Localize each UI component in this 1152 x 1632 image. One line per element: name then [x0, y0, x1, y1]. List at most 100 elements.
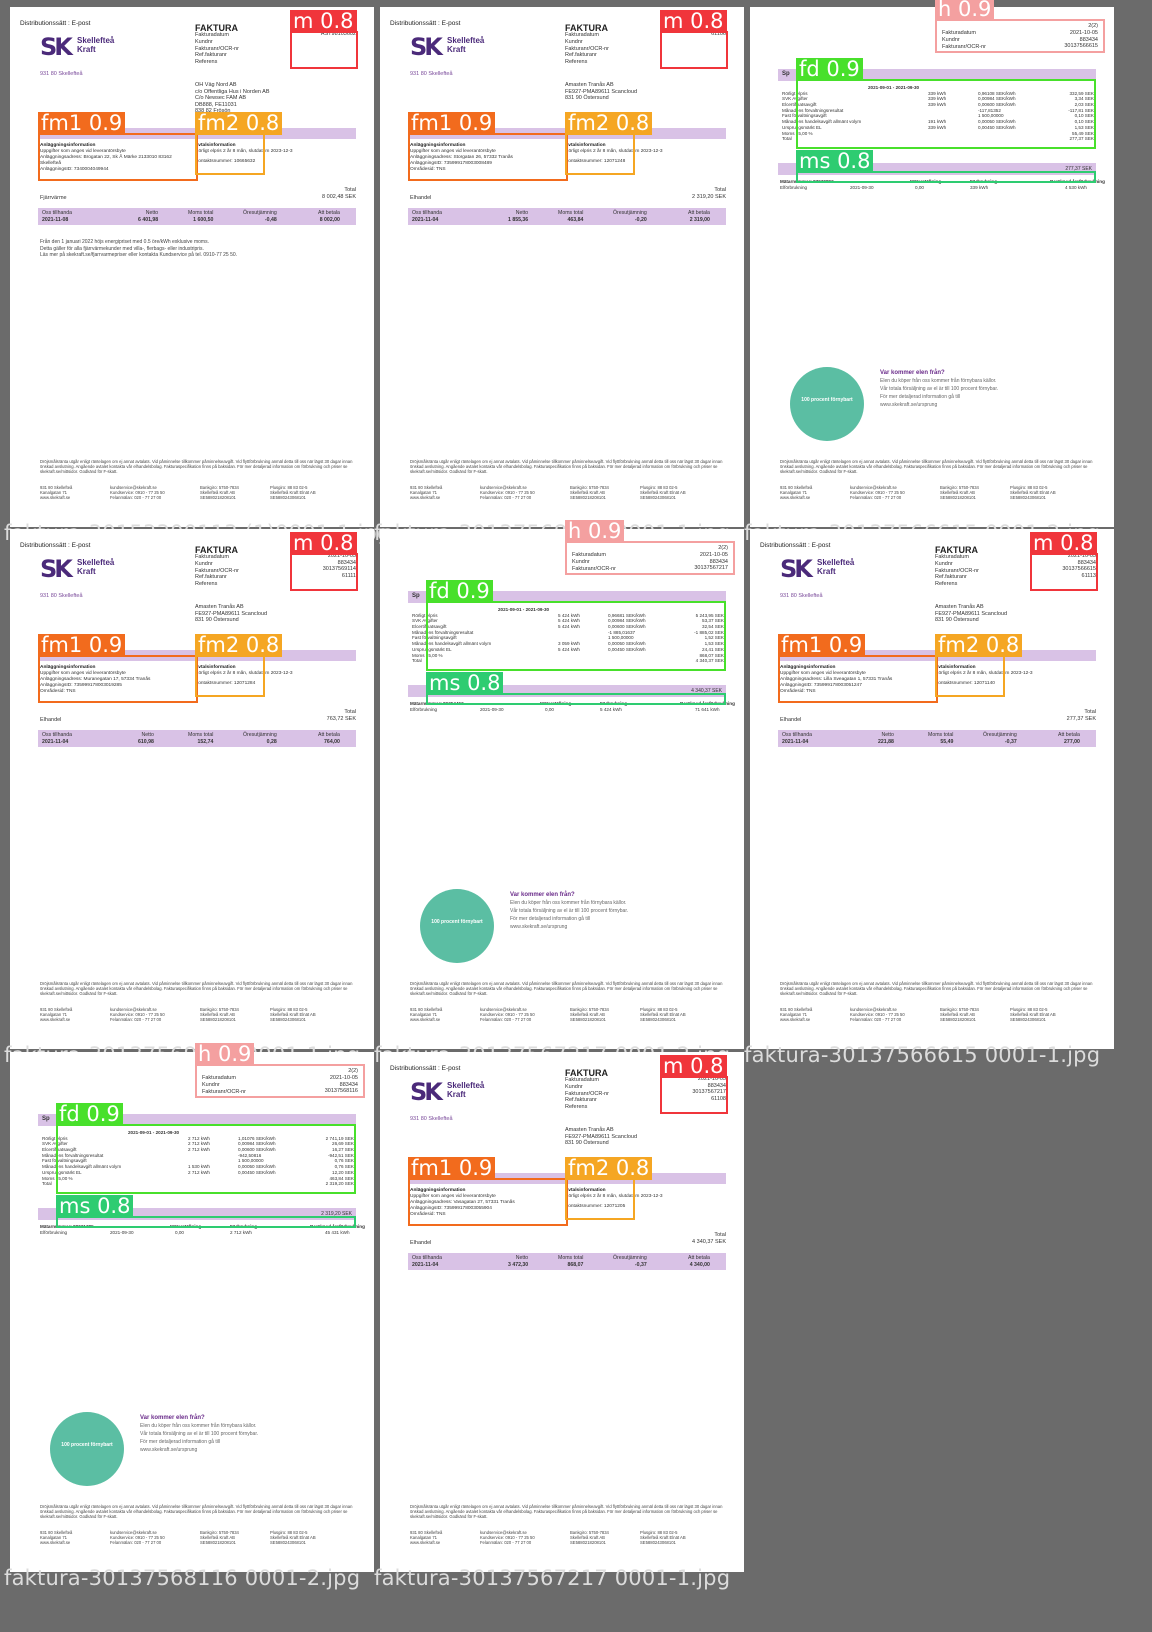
logo-name-line: Kraft	[77, 567, 96, 576]
text-line: Kundnr	[935, 560, 953, 567]
footer-column: Bankgiro: 5750-7834 Skellefteå Kraft AB …	[570, 485, 609, 501]
footer-column: 931 80 Skellefteå Kanalgatan 71 www.skek…	[410, 485, 443, 501]
logo-name-line: Skellefteå	[817, 558, 855, 567]
sender-city: 931 80 Skellefteå	[780, 593, 823, 599]
logo-mark: SK	[410, 1078, 443, 1106]
company-logo: SK Skellefteå Kraft	[780, 553, 860, 583]
detection-box: ms 0.8	[56, 1195, 356, 1228]
logo-name-line: Kraft	[447, 1090, 466, 1099]
text-line: Fakturanr/OCR-nr	[935, 567, 980, 574]
renewable-badge: 100 procent förnybart	[50, 1412, 124, 1486]
meter-cell: Elförbrukning	[410, 707, 438, 712]
invoice-page: Distributionssätt : E-post SK Skellefteå Kr…	[10, 529, 374, 1049]
detection-label: fd 0.9	[426, 580, 493, 603]
footer-legal: Dröjsmålsränta utgår enligt räntelagen o…	[410, 459, 723, 475]
grid-tile[interactable]: Fakturadatum Kundnr Fakturanr/OCR-nr 2(2) 20…	[740, 0, 1124, 545]
footer-legal: Dröjsmålsränta utgår enligt räntelagen o…	[40, 1504, 353, 1520]
detection-box: m 0.8	[290, 10, 358, 69]
detection-box: fm1 0.9	[408, 1157, 568, 1226]
payment-bar: Oss tillhanda 2021-11-04 Netto 1 855,36 Moms…	[408, 208, 726, 225]
renewable-badge: 100 procent förnybart	[420, 889, 494, 963]
recipient-address: Amasten Tranås AB FE927-PMA89611 Scanclou…	[935, 604, 1007, 624]
payment-column: Moms total 1 600,50	[188, 210, 213, 223]
payment-column: Netto 1 855,36	[508, 210, 528, 223]
total-block: Total 763,72 SEK	[327, 709, 356, 722]
text-line: Elen du köper från oss kommer från förny…	[510, 900, 627, 906]
payment-column: Att betala 2 319,00	[688, 210, 710, 223]
logo-name: Skellefteå Kraft	[77, 36, 114, 54]
payment-column-label: Netto	[881, 732, 894, 738]
grid-tile[interactable]: Distributionssätt : E-post SK Skellefteå Kr…	[0, 522, 384, 1067]
payment-column-label: Moms total	[928, 732, 954, 738]
payment-column-label: Öresutjämning	[243, 732, 277, 738]
payment-column: Öresutjämning -0,20	[613, 210, 647, 223]
origin-info: Var kommer elen från? Elen du köper från …	[140, 1414, 258, 1454]
distribution-method: Distributionssätt : E-post	[390, 20, 461, 27]
recipient-address: Amasten Tranås AB FE927-PMA89611 Scanclou…	[565, 82, 637, 102]
payment-column-value: 2021-11-08	[42, 216, 69, 223]
detection-box: m 0.8	[1030, 532, 1098, 591]
payment-column-value: 277,00	[1064, 738, 1080, 745]
header-labels: Fakturadatum Kundnr Fakturanr/OCR-nr Ref.fa…	[565, 1077, 609, 1111]
payment-column-label: Oss tillhanda	[42, 210, 72, 216]
logo-name: Skellefteå Kraft	[447, 36, 484, 54]
meter-cell: 71 641 kWh	[695, 707, 720, 712]
payment-column: Moms total 55,49	[928, 732, 953, 745]
payment-column: Netto 221,88	[878, 732, 894, 745]
detection-label: h 0.9	[565, 520, 625, 543]
detection-label: h 0.9	[935, 0, 995, 21]
footer-column: kundservice@skekraft.se Kundservice: 091…	[110, 485, 165, 501]
payment-column-value: 221,88	[878, 738, 894, 745]
detection-label: fm1 0.9	[408, 112, 496, 135]
logo-name-line: Kraft	[447, 45, 466, 54]
payment-column-label: Netto	[515, 210, 529, 216]
footer-column: 931 80 Skellefteå Kanalgatan 71 www.skek…	[780, 485, 813, 501]
total-block: Total 277,37 SEK	[1067, 709, 1096, 722]
payment-column: Att betala 4 340,00	[688, 1255, 710, 1268]
grid-tile[interactable]: Distributionssätt : E-post SK Skellefteå Kr…	[370, 0, 754, 545]
text-line: Kundnr	[565, 1083, 583, 1090]
detection-label: fm2 0.8	[935, 634, 1023, 657]
footer-column: kundservice@skekraft.se Kundservice: 091…	[480, 1530, 535, 1546]
recipient-address: OH Väg Nord AB c/o Offentliga Hus i Norde…	[195, 82, 270, 115]
detection-box: m 0.8	[660, 10, 728, 69]
detection-label: fm2 0.8	[565, 1157, 653, 1180]
origin-info: Var kommer elen från? Elen du köper från …	[880, 369, 998, 409]
meter-cell: 45 431 kWh	[325, 1230, 350, 1235]
text-line: www.skekraft.se/ursprung	[140, 1447, 198, 1453]
detection-label: ms 0.8	[426, 672, 504, 695]
header-labels: Fakturadatum Kundnr Fakturanr/OCR-nr Ref.fa…	[195, 554, 239, 588]
grid-tile[interactable]: Distributionssätt : E-post SK Skellefteå Kr…	[740, 522, 1124, 1067]
logo-name-line: Kraft	[77, 45, 96, 54]
payment-column-label: Netto	[515, 1255, 529, 1261]
invoice-page: Distributionssätt : E-post SK Skellefteå Kr…	[10, 7, 374, 527]
total-value: 2 319,20 SEK	[692, 193, 726, 200]
detection-label: fm1 0.9	[408, 1157, 496, 1180]
text-line: Fakturanr/OCR-nr	[565, 1090, 610, 1097]
detection-label: fd 0.9	[56, 1103, 123, 1126]
footer-legal: Dröjsmålsränta utgår enligt räntelagen o…	[40, 459, 353, 475]
grid-tile[interactable]: Fakturadatum Kundnr Fakturanr/OCR-nr 2(2) 20…	[370, 520, 754, 1067]
detection-label: m 0.8	[290, 10, 357, 33]
payment-column-value: 2021-11-04	[412, 1261, 439, 1268]
grid-tile[interactable]: Distributionssätt : E-post SK Skellefteå Kr…	[0, 0, 390, 545]
total-value: 8 002,48 SEK	[322, 193, 356, 200]
row-label: Elhandel	[410, 195, 432, 201]
payment-column: Moms total 463,84	[558, 210, 583, 223]
payment-column-value: 2021-11-04	[42, 738, 69, 745]
detection-box: m 0.8	[290, 532, 358, 591]
footer-column: Bankgiro: 5750-7834 Skellefteå Kraft AB …	[200, 1530, 239, 1546]
image-filename: faktura-30137566615 0001-1.jpg	[744, 1043, 1101, 1067]
grid-tile[interactable]: Fakturadatum Kundnr Fakturanr/OCR-nr 2(2) 20…	[0, 1043, 384, 1590]
detection-label: fm1 0.9	[38, 634, 126, 657]
invoice-page: Distributionssätt : E-post SK Skellefteå Kr…	[380, 7, 744, 527]
text-line: För mer detaljerad information gå till	[880, 394, 961, 400]
payment-column-label: Oss tillhanda	[412, 1255, 442, 1261]
row-label: Elhandel	[410, 1240, 432, 1246]
payment-bar: Oss tillhanda 2021-11-04 Netto 3 472,30 Moms…	[408, 1253, 726, 1270]
payment-column-value: 2 319,00	[689, 216, 710, 223]
text-line: 831 90 Östersund	[565, 1140, 609, 1146]
text-line: Vår totala försäljning av el är till 100…	[880, 386, 999, 392]
grid-tile[interactable]: Distributionssätt : E-post SK Skellefteå Kr…	[370, 1045, 754, 1590]
detection-label: m 0.8	[660, 1055, 727, 1078]
